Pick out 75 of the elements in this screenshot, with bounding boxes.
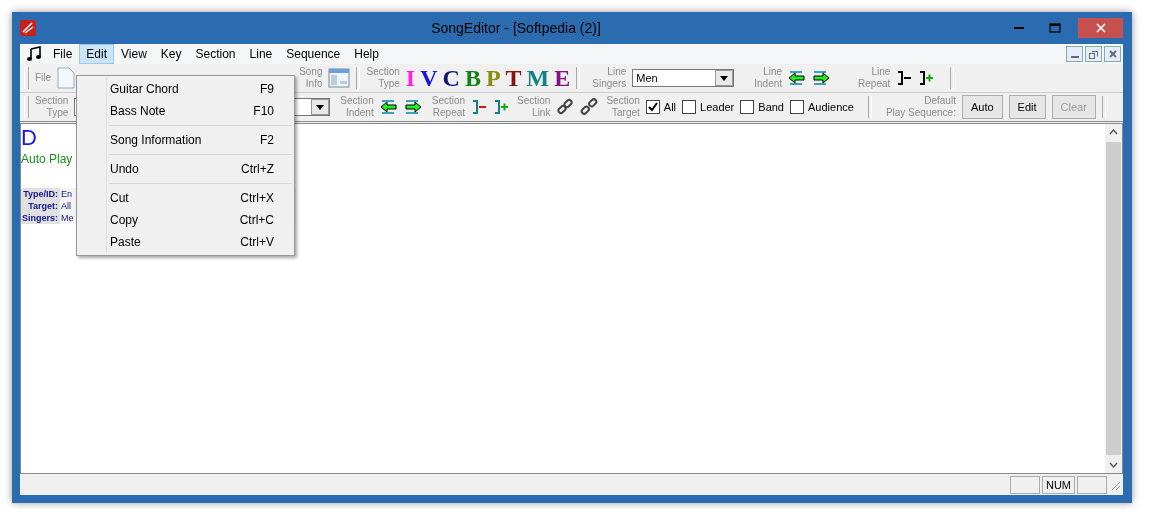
section-type-button[interactable]: E [554,66,571,90]
menu-item[interactable]: Edit [79,44,115,64]
song-key: D [21,126,37,150]
checkbox[interactable] [645,100,660,114]
status-pane [1077,475,1107,494]
toolbar-label: File [35,72,52,84]
scrollbar[interactable] [1105,124,1122,473]
menu-item[interactable]: Song Information F2 [77,129,294,151]
maximize-icon [1049,23,1061,33]
menu-item[interactable]: Sequence [279,44,348,64]
sequence-button[interactable]: Edit [1008,95,1046,119]
play-mode: Auto Play [21,152,73,166]
close-button[interactable] [1078,18,1123,38]
remove-repeat-icon[interactable] [896,70,913,86]
toolbar-label: Section Target [606,95,640,119]
app-icon [20,20,36,36]
checkbox[interactable] [790,100,804,114]
section-type-button[interactable]: B [464,66,481,90]
checkbox[interactable] [740,100,755,114]
toolbar-label: Section Indent [340,95,374,119]
toolbar-label: Default Play Sequence: [885,95,956,119]
menu-item[interactable]: Key [153,44,189,64]
status-pane [1009,475,1040,494]
minimize-button[interactable] [1066,46,1083,62]
menu-item[interactable]: File [46,44,80,64]
checkbox-label: All [663,101,677,113]
toolbar-label: Line Repeat [858,66,891,90]
menu-item[interactable]: Section [188,44,243,64]
scroll-up-icon[interactable] [1109,129,1118,135]
add-repeat-icon[interactable] [918,70,935,86]
sequence-button[interactable]: Auto [961,95,1003,119]
toolbar-label: Line Indent [754,66,783,90]
dropdown-arrow-icon [316,104,325,110]
window-title: SongEditor - [Softpedia (2)] [430,20,602,36]
indent-arrow-icon[interactable] [812,70,831,86]
num-lock-indicator: NUM [1041,475,1075,494]
toolbar-label: Section Type [366,66,400,90]
link-icon[interactable] [556,98,575,116]
singers-dropdown[interactable]: Men [632,69,735,87]
minimize-icon [1014,26,1024,30]
checkbox-label: Audience [808,101,854,113]
menu-item[interactable]: Guitar Chord F9 [77,78,294,100]
info-label: Singers: [21,212,60,224]
menu-item[interactable]: Help [347,44,386,64]
close-icon [1108,50,1117,58]
checkbox[interactable] [682,100,697,114]
checkbox-label: Leader [700,101,735,113]
section-type-button[interactable]: V [420,66,438,90]
outdent-arrow-icon[interactable] [379,99,398,115]
menu-item[interactable]: View [114,44,154,64]
section-type-button[interactable]: C [442,66,460,90]
menu-item[interactable]: Paste Ctrl+V [77,231,294,253]
close-button[interactable] [1104,46,1121,62]
menu-item[interactable]: Bass Note F10 [77,100,294,122]
toolbar-label: Section Repeat [431,95,466,119]
toolbar-label: Line Singers [591,66,627,90]
checkbox-label: Band [758,101,784,113]
dropdown-arrow-icon [720,75,729,81]
toolbar-label: Section Type [35,95,69,119]
info-label: Type/ID: [21,188,60,200]
menu-item[interactable]: Line [242,44,280,64]
indent-arrow-icon[interactable] [403,99,422,115]
toolbar-label: Song Info [299,66,323,90]
restore-button[interactable] [1085,46,1102,62]
info-label: Target: [21,200,60,212]
scroll-down-icon[interactable] [1109,462,1118,468]
unlink-icon[interactable] [580,98,599,116]
music-note-icon[interactable] [26,46,42,62]
toolbar-label: Section Link [517,95,551,119]
menu-item[interactable]: Undo Ctrl+Z [77,158,294,180]
outdent-arrow-icon[interactable] [788,70,807,86]
section-type-button[interactable]: M [526,66,550,90]
close-icon [1095,23,1106,33]
restore-icon [1089,49,1098,59]
section-type-button[interactable]: T [505,66,522,90]
